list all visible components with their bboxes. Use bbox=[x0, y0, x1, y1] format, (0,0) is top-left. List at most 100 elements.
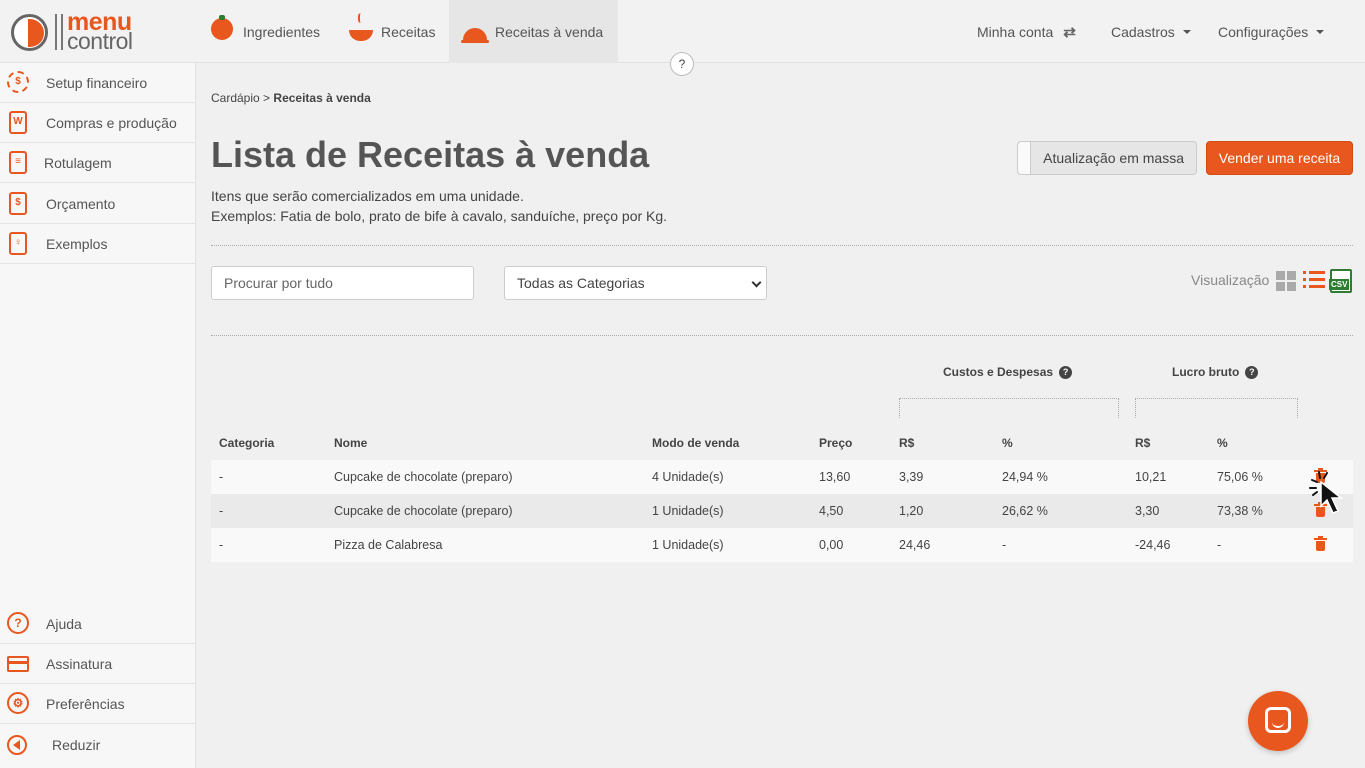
col-header-categoria[interactable]: Categoria bbox=[219, 436, 274, 450]
help-question-button[interactable]: ? bbox=[670, 52, 694, 76]
chevron-down-icon bbox=[1316, 29, 1325, 34]
sidebar-item-label: Exemplos bbox=[46, 235, 108, 252]
cell-custo-rs: 24,46 bbox=[899, 538, 931, 552]
col-header-preco[interactable]: Preço bbox=[819, 436, 852, 450]
cell-categoria: - bbox=[219, 504, 224, 518]
sidebar-item-label: Reduzir bbox=[52, 737, 101, 753]
cell-lucro-rs: 3,30 bbox=[1135, 504, 1160, 518]
nav-ingredientes[interactable]: Ingredientes bbox=[197, 0, 334, 63]
grid-view-icon[interactable] bbox=[1276, 271, 1296, 291]
my-account-menu[interactable]: Minha conta ⇄ bbox=[977, 0, 1076, 63]
sell-recipe-button[interactable]: Vender uma receita bbox=[1206, 141, 1353, 175]
configuracoes-label: Configurações bbox=[1218, 23, 1309, 40]
sidebar-item-ajuda[interactable]: ? Ajuda bbox=[0, 604, 195, 644]
sidebar-item-rotulagem[interactable]: ≡ Rotulagem bbox=[0, 143, 195, 183]
sidebar-item-compras-producao[interactable]: W Compras e produção bbox=[0, 103, 195, 143]
chat-bubble-icon bbox=[1265, 707, 1291, 733]
col-header-nome[interactable]: Nome bbox=[334, 436, 367, 450]
table-row[interactable]: - Cupcake de chocolate (preparo) 4 Unida… bbox=[211, 460, 1353, 494]
sidebar-item-label: Compras e produção bbox=[46, 114, 177, 131]
collapse-icon bbox=[7, 733, 29, 757]
mouse-cursor-icon bbox=[1309, 471, 1344, 514]
view-label: Visualização bbox=[1191, 272, 1270, 288]
sidebar-item-label: Ajuda bbox=[46, 615, 82, 632]
examples-icon: ♀ bbox=[7, 231, 29, 256]
trash-icon[interactable] bbox=[1314, 536, 1327, 552]
cell-lucro-pct: 73,38 % bbox=[1217, 504, 1263, 518]
sidebar-item-reduzir[interactable]: Reduzir bbox=[0, 725, 195, 765]
sidebar-item-setup-financeiro[interactable]: $ Setup financeiro bbox=[0, 63, 195, 103]
label-icon: ≡ bbox=[7, 150, 29, 175]
col-header-modo-venda[interactable]: Modo de venda bbox=[652, 436, 739, 450]
cloche-icon bbox=[461, 21, 489, 43]
gear-dollar-icon: $ bbox=[7, 70, 29, 95]
logo-text-control: control bbox=[67, 28, 133, 54]
costs-group-header: Custos e Despesas ? bbox=[943, 365, 1073, 379]
list-view-icon[interactable] bbox=[1303, 271, 1325, 291]
shopping-list-icon: W bbox=[7, 110, 29, 135]
nav-ingredientes-label: Ingredientes bbox=[243, 23, 321, 40]
cadastros-label: Cadastros bbox=[1111, 23, 1175, 40]
nav-receitas[interactable]: Receitas bbox=[335, 0, 449, 63]
nav-receitas-a-venda-label: Receitas à venda bbox=[495, 23, 604, 40]
menu-control-logo[interactable]: menu control bbox=[11, 8, 151, 54]
sidebar-item-assinatura[interactable]: Assinatura bbox=[0, 644, 195, 684]
sidebar-item-label: Assinatura bbox=[46, 655, 113, 672]
divider bbox=[211, 245, 1353, 246]
category-select[interactable]: Todas as Categorias bbox=[504, 266, 767, 300]
breadcrumb-parent-link[interactable]: Cardápio bbox=[211, 91, 260, 105]
breadcrumb-current: Receitas à venda bbox=[273, 91, 371, 105]
budget-icon: $ bbox=[7, 191, 29, 216]
col-header-lucro-rs[interactable]: R$ bbox=[1135, 436, 1150, 450]
cell-lucro-pct: 75,06 % bbox=[1217, 470, 1263, 484]
cell-lucro-pct: - bbox=[1217, 538, 1222, 552]
cell-preco: 4,50 bbox=[819, 504, 844, 518]
gear-icon: ⚙ bbox=[7, 691, 29, 716]
profit-group-label: Lucro bruto bbox=[1172, 365, 1240, 379]
profit-group-bracket bbox=[1135, 398, 1298, 418]
cell-preco: 13,60 bbox=[819, 470, 851, 484]
cell-nome[interactable]: Cupcake de chocolate (preparo) bbox=[334, 470, 513, 484]
description-line-2: Exemplos: Fatia de bolo, prato de bife à… bbox=[211, 208, 668, 224]
search-input[interactable] bbox=[211, 266, 474, 300]
sidebar-item-orcamento[interactable]: $ Orçamento bbox=[0, 184, 195, 224]
sidebar-item-preferencias[interactable]: ⚙ Preferências bbox=[0, 684, 195, 724]
nav-receitas-a-venda[interactable]: Receitas à venda bbox=[449, 0, 618, 63]
cadastros-menu[interactable]: Cadastros bbox=[1111, 0, 1191, 63]
sidebar-item-exemplos[interactable]: ♀ Exemplos bbox=[0, 224, 195, 264]
col-header-custo-pct[interactable]: % bbox=[1002, 436, 1013, 450]
sidebar-item-label: Setup financeiro bbox=[46, 74, 148, 91]
mass-update-toggle[interactable]: Atualização em massa bbox=[1017, 141, 1197, 175]
page-title: Lista de Receitas à venda bbox=[211, 134, 650, 175]
cell-nome[interactable]: Cupcake de chocolate (preparo) bbox=[334, 504, 513, 518]
col-header-lucro-pct[interactable]: % bbox=[1217, 436, 1228, 450]
sidebar-item-label: Preferências bbox=[46, 695, 125, 712]
breadcrumb: Cardápio > Receitas à venda bbox=[211, 91, 371, 105]
cell-modo: 1 Unidade(s) bbox=[652, 538, 724, 552]
cell-categoria: - bbox=[219, 538, 224, 552]
costs-group-label: Custos e Despesas bbox=[943, 365, 1054, 379]
sidebar: $ Setup financeiro W Compras e produção … bbox=[0, 63, 196, 768]
csv-export-icon[interactable]: CSV bbox=[1329, 269, 1352, 293]
bowl-icon bbox=[349, 12, 373, 43]
cell-lucro-rs: 10,21 bbox=[1135, 470, 1167, 484]
chat-button[interactable] bbox=[1248, 691, 1308, 751]
cell-custo-pct: - bbox=[1002, 538, 1007, 552]
cell-nome[interactable]: Pizza de Calabresa bbox=[334, 538, 442, 552]
profit-group-header: Lucro bruto ? bbox=[1172, 365, 1259, 379]
question-icon[interactable]: ? bbox=[1059, 365, 1073, 379]
cell-custo-pct: 24,94 % bbox=[1002, 470, 1048, 484]
cell-lucro-rs: -24,46 bbox=[1135, 538, 1171, 552]
cell-custo-pct: 26,62 % bbox=[1002, 504, 1048, 518]
table-row[interactable]: - Cupcake de chocolate (preparo) 1 Unida… bbox=[211, 494, 1353, 528]
breadcrumb-separator: > bbox=[263, 91, 271, 105]
col-header-custo-rs[interactable]: R$ bbox=[899, 436, 914, 450]
sidebar-item-label: Orçamento bbox=[46, 195, 116, 212]
sidebar-item-label: Rotulagem bbox=[44, 154, 112, 171]
nav-receitas-label: Receitas bbox=[381, 23, 436, 40]
category-select-value: Todas as Categorias bbox=[517, 275, 645, 291]
configuracoes-menu[interactable]: Configurações bbox=[1218, 0, 1325, 63]
question-icon[interactable]: ? bbox=[1245, 365, 1259, 379]
table-row[interactable]: - Pizza de Calabresa 1 Unidade(s) 0,00 2… bbox=[211, 528, 1353, 562]
tomato-icon bbox=[211, 14, 235, 43]
